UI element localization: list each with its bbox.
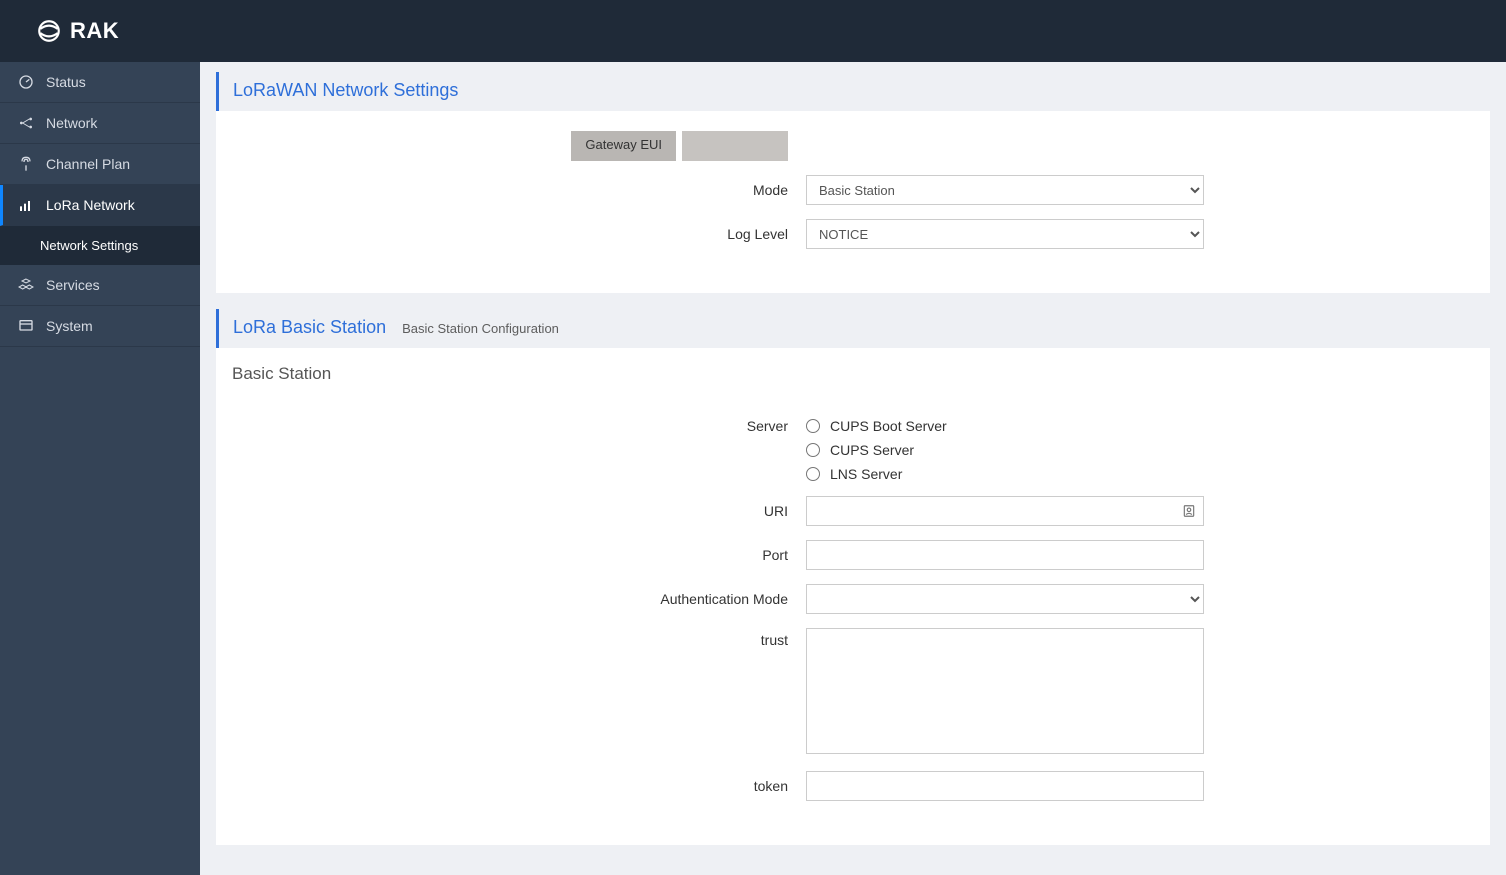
server-radio-group: CUPS Boot Server CUPS Server LNS Server bbox=[806, 416, 1470, 482]
sidebar: Status Network Channel Plan LoRa Network… bbox=[0, 62, 200, 875]
loglevel-select[interactable]: NOTICE bbox=[806, 219, 1204, 249]
radio-cups-boot[interactable]: CUPS Boot Server bbox=[806, 418, 1470, 434]
auth-select[interactable] bbox=[806, 584, 1204, 614]
sidebar-item-status[interactable]: Status bbox=[0, 62, 200, 103]
sidebar-item-label: Network bbox=[46, 115, 97, 131]
row-mode: Mode Basic Station bbox=[236, 175, 1470, 205]
port-label: Port bbox=[236, 547, 806, 563]
token-label: token bbox=[236, 778, 806, 794]
panel-title: LoRa Basic Station bbox=[233, 317, 386, 338]
radio-cups[interactable]: CUPS Server bbox=[806, 442, 1470, 458]
row-port: Port bbox=[236, 540, 1470, 570]
sidebar-item-label: LoRa Network bbox=[46, 197, 135, 213]
gateway-eui-value bbox=[682, 131, 788, 161]
panel-body-lorawan: Gateway EUI Mode Basic Station Log Level bbox=[216, 111, 1490, 293]
gauge-icon bbox=[18, 74, 34, 90]
bars-icon bbox=[18, 197, 34, 213]
row-server: Server CUPS Boot Server CUPS Server bbox=[236, 416, 1470, 482]
panel-body-basicstation: Server CUPS Boot Server CUPS Server bbox=[216, 396, 1490, 845]
uri-label: URI bbox=[236, 503, 806, 519]
antenna-icon bbox=[18, 156, 34, 172]
sidebar-item-lora-network[interactable]: LoRa Network bbox=[0, 185, 200, 226]
loglevel-label: Log Level bbox=[236, 226, 806, 242]
row-loglevel: Log Level NOTICE bbox=[236, 219, 1470, 249]
section-subheading: Basic Station bbox=[216, 348, 1490, 396]
gateway-eui-label: Gateway EUI bbox=[571, 131, 676, 161]
port-input[interactable] bbox=[806, 540, 1204, 570]
trust-textarea[interactable] bbox=[806, 628, 1204, 754]
row-trust: trust bbox=[236, 628, 1470, 757]
sidebar-item-network[interactable]: Network bbox=[0, 103, 200, 144]
system-icon bbox=[18, 318, 34, 334]
radio-lns[interactable]: LNS Server bbox=[806, 466, 1470, 482]
cubes-icon bbox=[18, 277, 34, 293]
brand-mark-icon bbox=[36, 18, 62, 44]
auth-label: Authentication Mode bbox=[236, 591, 806, 607]
gateway-eui-cell: Gateway EUI bbox=[236, 131, 806, 161]
sidebar-item-label: Channel Plan bbox=[46, 156, 130, 172]
brand-name: RAK bbox=[70, 18, 119, 44]
trust-label: trust bbox=[236, 628, 806, 648]
topbar: RAK bbox=[0, 0, 1506, 62]
radio-input[interactable] bbox=[806, 443, 820, 457]
row-gateway-eui: Gateway EUI bbox=[236, 131, 1470, 161]
row-auth: Authentication Mode bbox=[236, 584, 1470, 614]
sidebar-item-system[interactable]: System bbox=[0, 306, 200, 347]
sidebar-item-channel-plan[interactable]: Channel Plan bbox=[0, 144, 200, 185]
panel-header-lorawan: LoRaWAN Network Settings bbox=[216, 72, 1490, 111]
brand-logo: RAK bbox=[36, 18, 119, 44]
panel-header-basicstation: LoRa Basic Station Basic Station Configu… bbox=[216, 309, 1490, 348]
sidebar-subitem-label: Network Settings bbox=[40, 238, 138, 253]
main-content: LoRaWAN Network Settings Gateway EUI Mod… bbox=[200, 62, 1506, 875]
sidebar-item-label: System bbox=[46, 318, 93, 334]
radio-label: CUPS Server bbox=[830, 442, 914, 458]
mode-select[interactable]: Basic Station bbox=[806, 175, 1204, 205]
uri-input[interactable] bbox=[806, 496, 1204, 526]
sidebar-item-label: Status bbox=[46, 74, 86, 90]
radio-label: CUPS Boot Server bbox=[830, 418, 947, 434]
radio-label: LNS Server bbox=[830, 466, 902, 482]
panel-subtitle: Basic Station Configuration bbox=[402, 321, 559, 336]
panel-title: LoRaWAN Network Settings bbox=[233, 80, 458, 101]
row-uri: URI bbox=[236, 496, 1470, 526]
radio-input[interactable] bbox=[806, 419, 820, 433]
server-label: Server bbox=[236, 416, 806, 434]
network-icon bbox=[18, 115, 34, 131]
sidebar-item-services[interactable]: Services bbox=[0, 265, 200, 306]
sidebar-subitem-network-settings[interactable]: Network Settings bbox=[0, 226, 200, 265]
radio-input[interactable] bbox=[806, 467, 820, 481]
sidebar-item-label: Services bbox=[46, 277, 100, 293]
mode-label: Mode bbox=[236, 182, 806, 198]
